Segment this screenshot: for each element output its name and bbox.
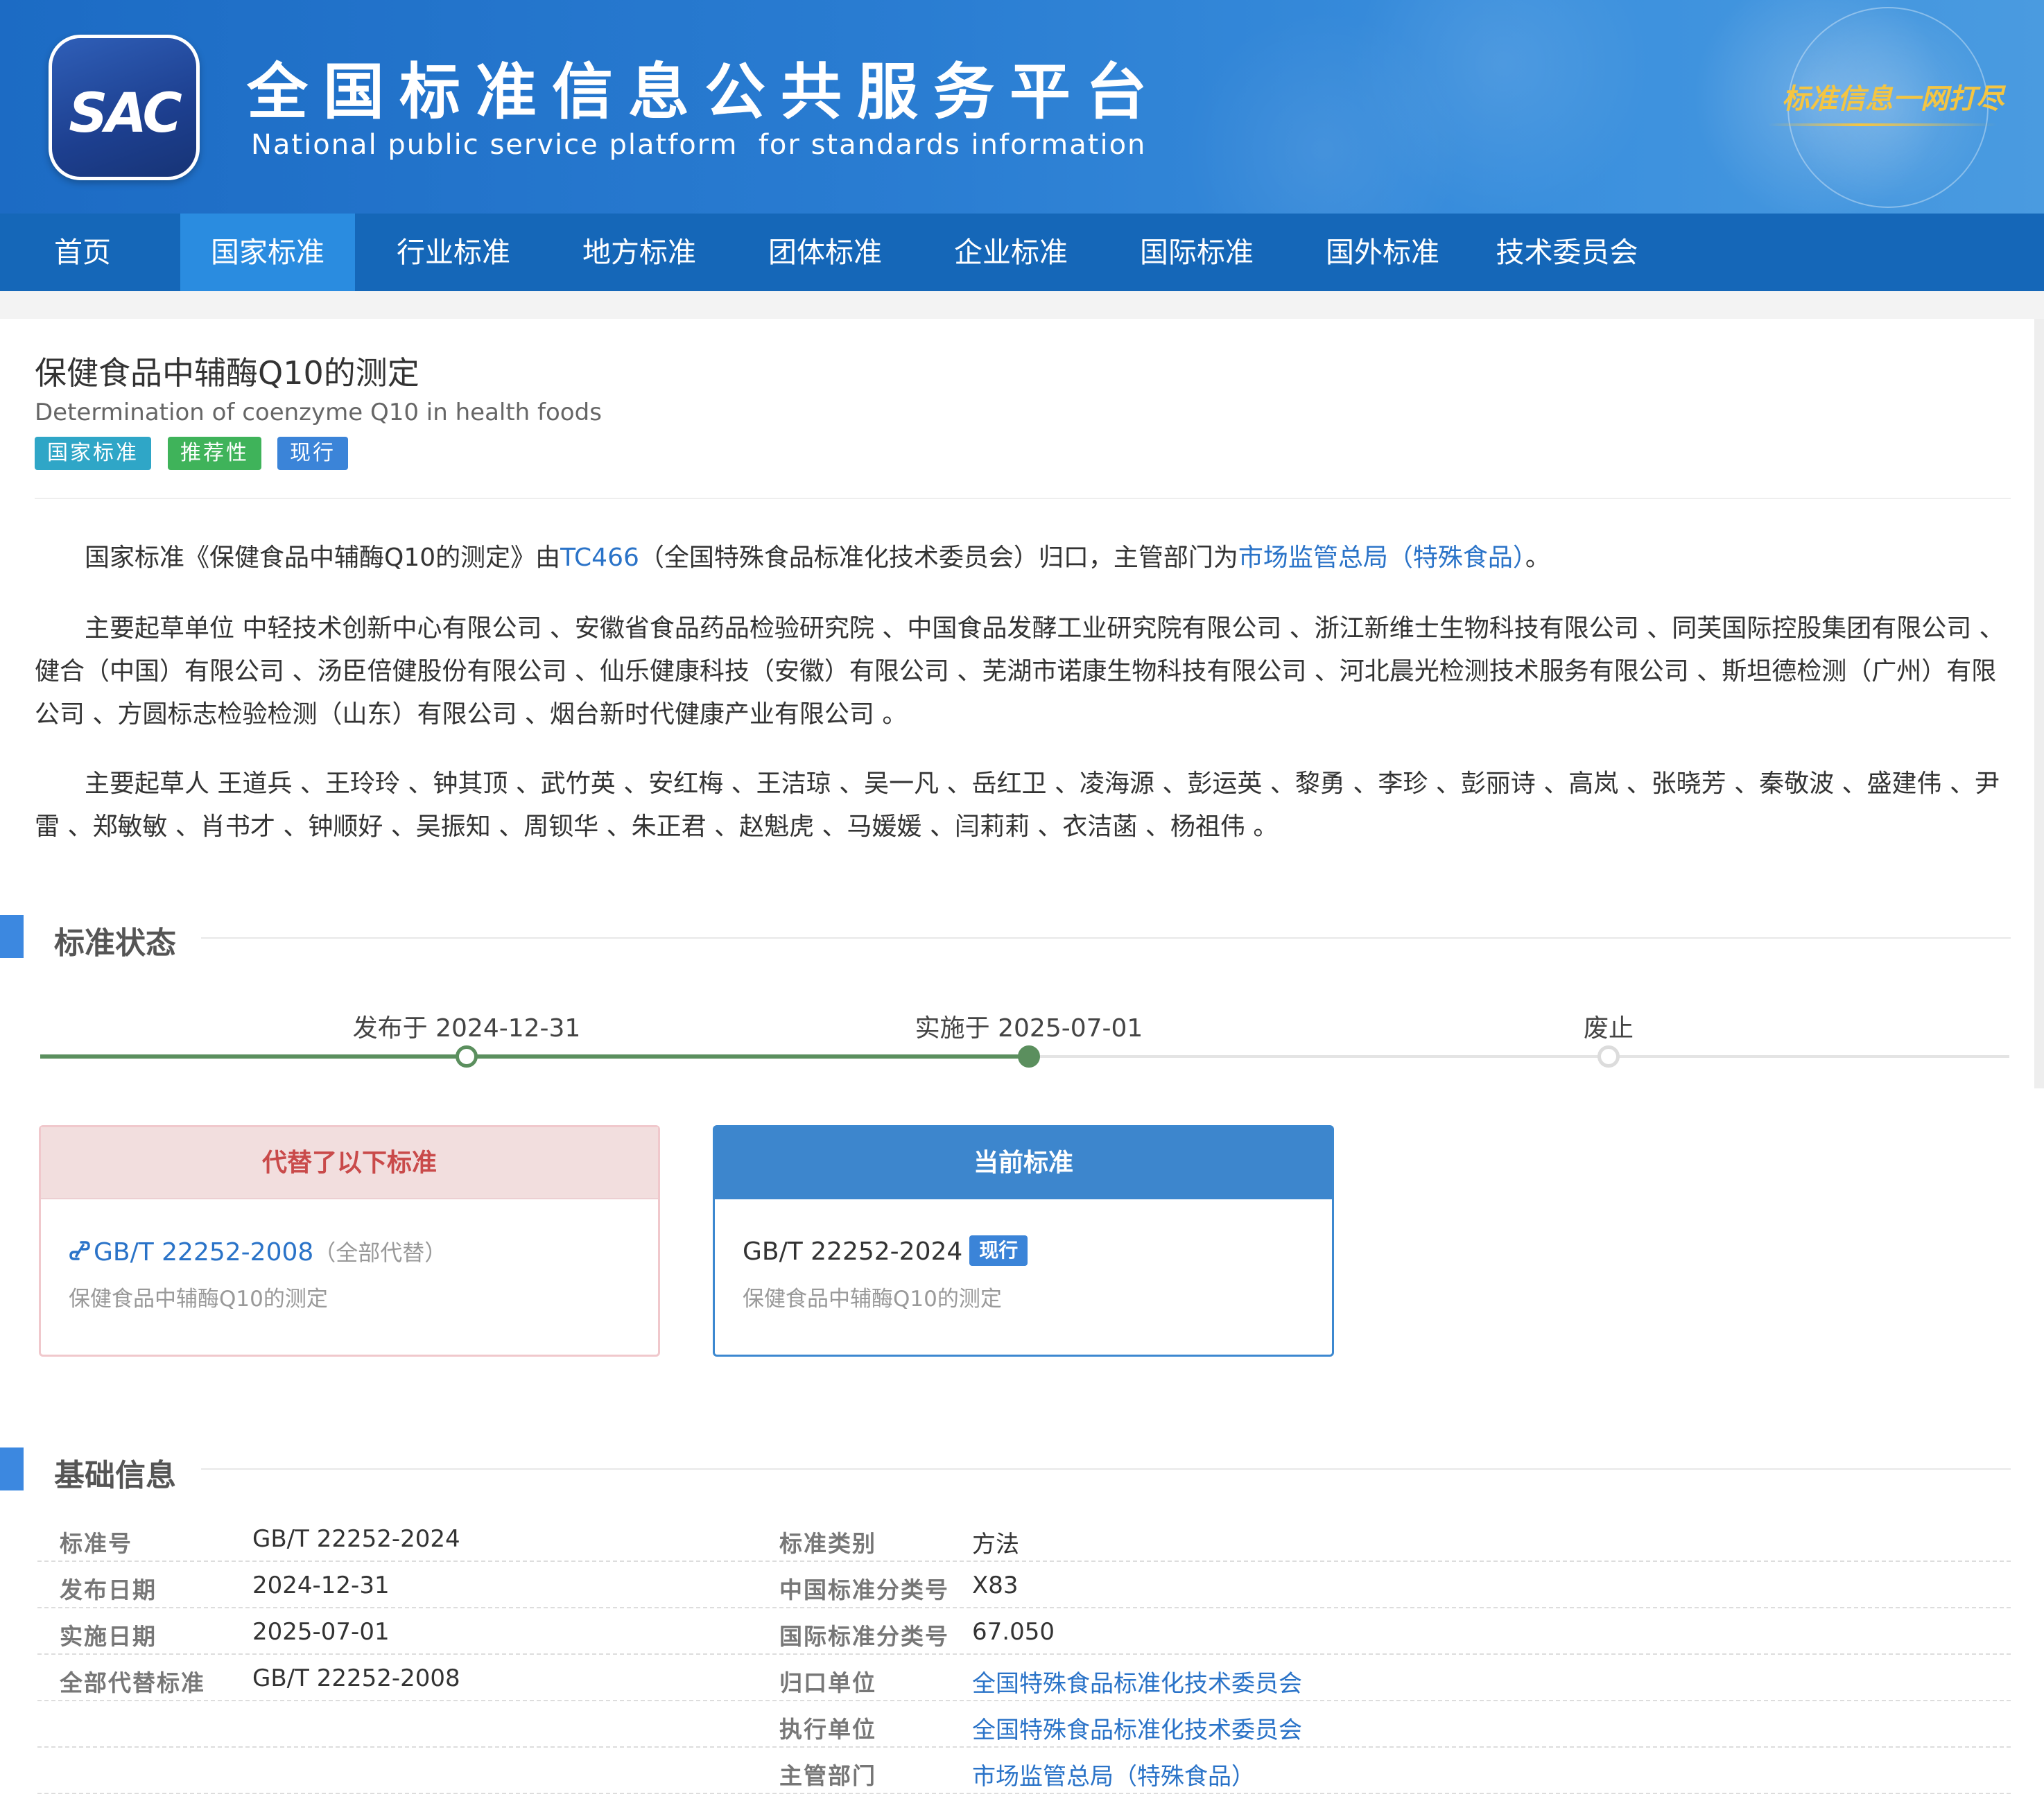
site-subtitle: National public service platform for sta… [251,129,1147,161]
replaced-card-header: 代替了以下标准 [41,1127,658,1199]
title-divider [35,498,2011,499]
current-standard-code: GB/T 22252-2024 [743,1237,963,1266]
section-divider-status [201,937,2011,939]
timeline-dot-published [456,1045,478,1068]
nav-item-enterprise-standards[interactable]: 企业标准 [925,214,1097,291]
intro-prefix: 国家标准《保健食品中辅酶Q10的测定》由 [85,544,561,572]
info-row: 发布日期 2024-12-31 中国标准分类号 X83 [37,1562,2011,1608]
current-card-header: 当前标准 [715,1127,1332,1199]
info-row: 实施日期 2025-07-01 国际标准分类号 67.050 [37,1608,2011,1655]
info-value-replaced-standard: GB/T 22252-2008 [252,1664,460,1692]
nav-item-industry-standards[interactable]: 行业标准 [367,214,539,291]
info-label-ccs: 中国标准分类号 [779,1576,949,1603]
badge-national-standard: 国家标准 [35,437,151,470]
drafting-units-paragraph: 主要起草单位 中轻技术创新中心有限公司 、安徽省食品药品检验研究院 、中国食品发… [35,614,2004,729]
nav-item-foreign-standards[interactable]: 国外标准 [1297,214,1469,291]
replaced-standard-note: （全部代替） [313,1240,447,1266]
nav-item-national-standards[interactable]: 国家标准 [180,214,355,291]
nav-item-technical-committees[interactable]: 技术委员会 [1477,214,1657,291]
link-icon [69,1238,91,1263]
replaced-standards-card: 代替了以下标准 GB/T 22252-2008（全部代替） 保健食品中辅酶Q10… [39,1125,660,1357]
site-title: 全国标准信息公共服务平台 [247,56,1163,128]
site-header: SAC 全国标准信息公共服务平台 National public service… [0,0,2044,214]
info-row: 执行单位 全国特殊食品标准化技术委员会 [37,1701,2011,1748]
department-link[interactable]: 市场监管总局（特殊食品） [1238,544,1525,572]
info-row: 主管部门 市场监管总局（特殊食品） [37,1748,2011,1794]
section-title-basic-info: 基础信息 [54,1458,176,1493]
info-value-ccs: X83 [972,1572,1019,1599]
content-top-strip [0,291,2044,319]
replaced-standard-entry[interactable]: GB/T 22252-2008（全部代替） [69,1235,447,1267]
nav-item-group-standards[interactable]: 团体标准 [739,214,911,291]
main-nav: 首页 国家标准 行业标准 地方标准 团体标准 企业标准 国际标准 国外标准 技术… [0,214,2044,291]
standard-title-en: Determination of coenzyme Q10 in health … [35,399,602,426]
info-label-implement-date: 实施日期 [60,1623,157,1650]
info-label-executing-unit: 执行单位 [779,1716,876,1743]
info-value-publish-date: 2024-12-31 [252,1572,390,1599]
section-marker-basic-info [0,1447,24,1490]
nav-item-home[interactable]: 首页 [18,214,147,291]
section-marker-status [0,915,24,958]
intro-paragraph: 国家标准《保健食品中辅酶Q10的测定》由TC466（全国特殊食品标准化技术委员会… [35,537,2011,580]
section-divider-basic-info [201,1468,2011,1470]
timeline-label-published: 发布于 2024-12-31 [352,1014,581,1043]
right-scroll-edge [2034,319,2044,1088]
info-label-publish-date: 发布日期 [60,1576,157,1603]
site-slogan: 标准信息一网打尽 [1782,82,2004,115]
info-label-standard-category: 标准类别 [779,1530,876,1557]
info-label-standard-number: 标准号 [60,1530,132,1557]
info-value-standard-number: GB/T 22252-2024 [252,1525,460,1553]
info-value-ics: 67.050 [972,1618,1055,1646]
tc-link[interactable]: TC466 [560,544,639,572]
info-value-responsible-unit[interactable]: 全国特殊食品标准化技术委员会 [972,1664,1302,1698]
info-row: 标准号 GB/T 22252-2024 标准类别 方法 [37,1515,2011,1562]
timeline-dot-implemented [1018,1045,1040,1068]
timeline-label-abolished: 废止 [1583,1014,1634,1043]
logo-text: SAC [69,82,182,145]
badge-recommended: 推荐性 [168,437,261,470]
slogan-underline [1768,123,1997,126]
badge-current: 现行 [277,437,348,470]
info-label-replaced-standard: 全部代替标准 [60,1669,205,1696]
replaced-standard-name: 保健食品中辅酶Q10的测定 [69,1287,328,1312]
nav-item-international-standards[interactable]: 国际标准 [1111,214,1283,291]
sac-logo[interactable]: SAC [49,35,200,180]
info-value-standard-category: 方法 [972,1531,1019,1558]
info-value-implement-date: 2025-07-01 [252,1618,390,1646]
current-status-badge: 现行 [969,1235,1028,1266]
info-value-executing-unit[interactable]: 全国特殊食品标准化技术委员会 [972,1711,1302,1745]
drafters-paragraph: 主要起草人 王道兵 、王玲玲 、钟其顶 、武竹英 、安红梅 、王洁琼 、吴一凡 … [35,770,2000,841]
timeline-label-implemented: 实施于 2025-07-01 [915,1014,1143,1043]
intro-tc-desc: （全国特殊食品标准化技术委员会）归口，主管部门为 [639,544,1238,572]
info-row: 全部代替标准 GB/T 22252-2008 归口单位 全国特殊食品标准化技术委… [37,1655,2011,1701]
info-label-responsible-unit: 归口单位 [779,1669,876,1696]
current-standard-name: 保健食品中辅酶Q10的测定 [743,1287,1002,1312]
info-label-competent-department: 主管部门 [779,1762,876,1789]
current-standard-entry: GB/T 22252-2024 现行 [743,1235,1028,1266]
info-label-ics: 国际标准分类号 [779,1623,949,1650]
replaced-standard-code[interactable]: GB/T 22252-2008 [94,1238,313,1267]
intro-suffix: 。 [1525,544,1550,572]
standard-title: 保健食品中辅酶Q10的测定 [35,354,419,392]
section-title-status: 标准状态 [54,925,176,961]
nav-item-local-standards[interactable]: 地方标准 [553,214,725,291]
timeline-dot-abolished [1597,1045,1620,1068]
current-standard-card: 当前标准 GB/T 22252-2024 现行 保健食品中辅酶Q10的测定 [713,1125,1334,1357]
info-value-competent-department[interactable]: 市场监管总局（特殊食品） [972,1757,1255,1791]
timeline-progress [40,1054,1029,1059]
